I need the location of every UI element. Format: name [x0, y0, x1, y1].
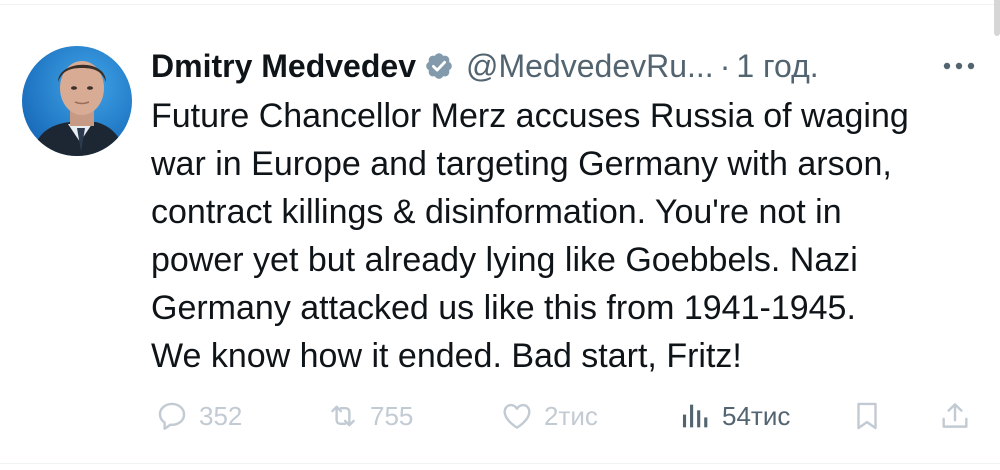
heart-icon [500, 399, 534, 433]
like-count: 2тис [544, 400, 598, 431]
views-button[interactable]: 54тис [678, 392, 790, 440]
bookmark-icon [850, 399, 884, 433]
reply-count: 352 [199, 400, 243, 431]
tweet-actions-bar: 352 755 2тис 54тис [0, 392, 1000, 440]
author-handle[interactable]: @MedvedevRu... [466, 48, 714, 85]
retweet-button[interactable]: 755 [326, 392, 413, 440]
avatar[interactable] [22, 46, 132, 156]
header-separator: · [719, 47, 731, 84]
tweet-timestamp[interactable]: 1 год. [736, 48, 818, 85]
avatar-portrait-image [22, 46, 132, 156]
tweet-header: Dmitry Medvedev @MedvedevRu... · 1 год. [151, 42, 819, 90]
reply-button[interactable]: 352 [155, 392, 242, 440]
more-dots-icon [943, 62, 975, 70]
verified-badge-icon[interactable] [424, 51, 454, 81]
share-button[interactable] [938, 392, 982, 440]
tweet-text: Future Chancellor Merz accuses Russia of… [151, 97, 909, 375]
reply-bubble-icon [155, 399, 189, 433]
bottom-divider [0, 463, 1000, 464]
views-bar-chart-icon [678, 399, 712, 433]
retweet-count: 755 [370, 400, 414, 431]
share-icon [938, 399, 972, 433]
bookmark-button[interactable] [850, 392, 894, 440]
retweet-icon [326, 399, 360, 433]
author-display-name[interactable]: Dmitry Medvedev [151, 48, 416, 85]
like-button[interactable]: 2тис [500, 392, 598, 440]
more-options-button[interactable] [942, 52, 976, 80]
views-count: 54тис [722, 400, 791, 431]
tweet-card[interactable]: Dmitry Medvedev @MedvedevRu... · 1 год. … [0, 0, 1000, 470]
